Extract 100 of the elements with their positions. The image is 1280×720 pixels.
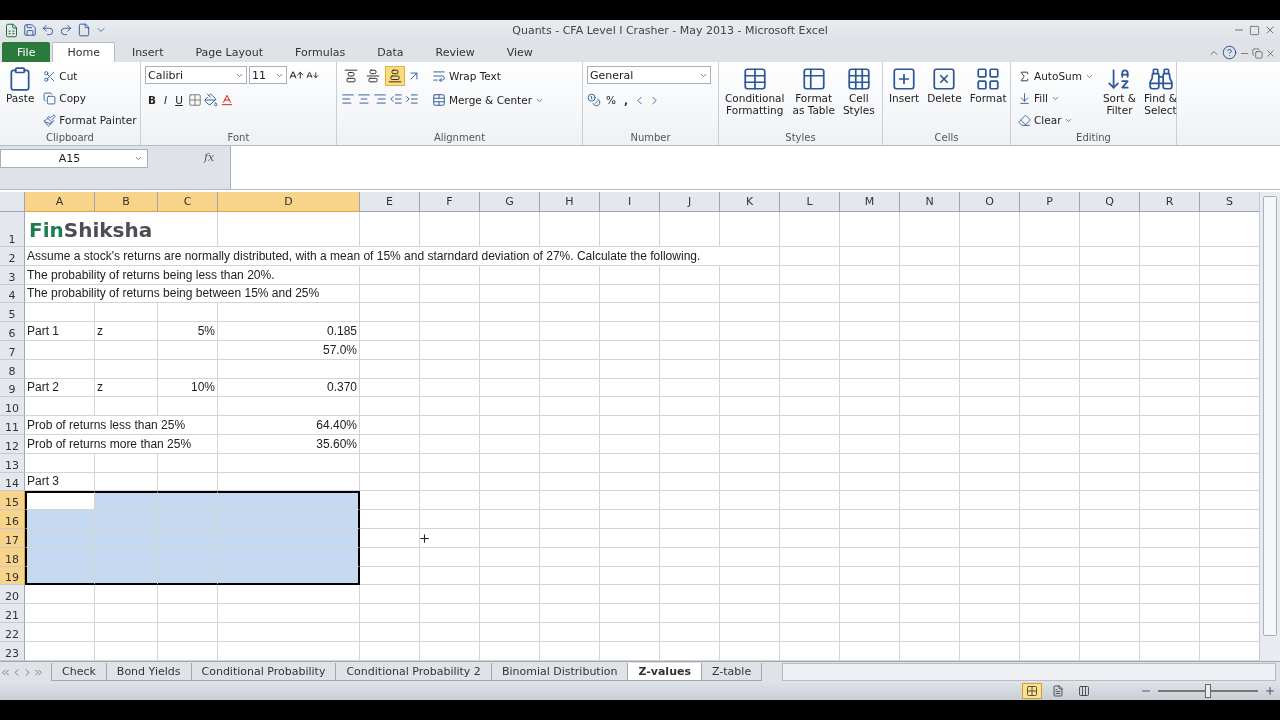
grid-cell[interactable] bbox=[360, 622, 420, 642]
grid-cell[interactable] bbox=[600, 585, 660, 605]
column-header[interactable]: M bbox=[840, 192, 900, 212]
column-header[interactable]: B bbox=[95, 192, 158, 212]
grid-cell[interactable] bbox=[1020, 265, 1080, 285]
grid-cell[interactable] bbox=[1080, 397, 1140, 417]
ribbon-tab[interactable]: Insert bbox=[116, 42, 179, 62]
grid-cell[interactable]: 5% bbox=[158, 322, 218, 341]
grid-cell[interactable] bbox=[1080, 641, 1140, 661]
grid-cell[interactable] bbox=[1140, 585, 1200, 605]
grid-cell[interactable] bbox=[660, 604, 720, 623]
grid-cell[interactable] bbox=[840, 510, 900, 529]
grid-cell[interactable] bbox=[95, 641, 158, 661]
grid-cell[interactable] bbox=[960, 322, 1020, 341]
grid-cell[interactable] bbox=[218, 303, 360, 323]
grid-cell[interactable] bbox=[960, 566, 1020, 586]
grid-cell[interactable] bbox=[360, 359, 420, 379]
grid-cell[interactable] bbox=[1140, 303, 1200, 323]
grid-cell[interactable] bbox=[1140, 641, 1200, 661]
grid-cell[interactable] bbox=[900, 284, 960, 304]
grid-cell[interactable] bbox=[720, 303, 780, 323]
grid-cell[interactable] bbox=[720, 359, 780, 379]
grid-cell[interactable] bbox=[900, 622, 960, 642]
grid-cell[interactable] bbox=[780, 585, 840, 605]
grid-cell[interactable] bbox=[1080, 510, 1140, 529]
grid-cell[interactable] bbox=[660, 322, 720, 341]
grid-cell[interactable] bbox=[660, 341, 720, 360]
grid-cell[interactable] bbox=[960, 265, 1020, 285]
grid-cell[interactable] bbox=[900, 341, 960, 360]
grid-cell[interactable] bbox=[600, 359, 660, 379]
grid-cell[interactable] bbox=[540, 622, 600, 642]
style-button[interactable]: Conditional Formatting bbox=[723, 66, 787, 116]
number-format-field[interactable]: General bbox=[587, 66, 711, 84]
grid-cell[interactable] bbox=[900, 322, 960, 341]
grid-cell[interactable] bbox=[218, 585, 360, 605]
grid-cell[interactable] bbox=[360, 212, 420, 247]
grid-cell[interactable] bbox=[840, 547, 900, 567]
grid-cell[interactable] bbox=[540, 341, 600, 360]
grid-cell[interactable] bbox=[540, 547, 600, 567]
grid-cell[interactable] bbox=[900, 491, 960, 511]
grid-cell[interactable] bbox=[960, 303, 1020, 323]
grid-cell[interactable] bbox=[420, 397, 480, 417]
grid-cell[interactable] bbox=[420, 641, 480, 661]
grid-cell[interactable] bbox=[480, 359, 540, 379]
grid-cell[interactable] bbox=[900, 604, 960, 623]
grid-cell[interactable] bbox=[660, 303, 720, 323]
grid-cell[interactable] bbox=[218, 397, 360, 417]
grid-cell[interactable] bbox=[660, 416, 720, 435]
grid-cell[interactable] bbox=[960, 547, 1020, 567]
grid-cell[interactable] bbox=[25, 397, 95, 417]
grid-cell[interactable] bbox=[1020, 397, 1080, 417]
grid-cell[interactable] bbox=[840, 453, 900, 473]
column-header[interactable]: H bbox=[540, 192, 600, 212]
grid-cell[interactable] bbox=[900, 528, 960, 548]
grid-cell[interactable] bbox=[1080, 547, 1140, 567]
grid-cell[interactable] bbox=[900, 566, 960, 586]
grid-cell[interactable] bbox=[960, 491, 1020, 511]
grid-cell[interactable] bbox=[960, 604, 1020, 623]
selected-cell[interactable] bbox=[158, 491, 218, 511]
ribbon-tab[interactable]: Review bbox=[420, 42, 490, 62]
grid-cell[interactable] bbox=[780, 547, 840, 567]
grid-cell[interactable] bbox=[960, 622, 1020, 642]
grid-cell[interactable] bbox=[540, 397, 600, 417]
grid-cell[interactable] bbox=[540, 378, 600, 398]
grid-cell[interactable] bbox=[25, 453, 95, 473]
grid-cell[interactable] bbox=[218, 453, 360, 473]
copy-button[interactable]: Copy bbox=[40, 88, 140, 108]
grid-cell[interactable] bbox=[1080, 453, 1140, 473]
grid-cell[interactable] bbox=[600, 604, 660, 623]
grid-cell[interactable] bbox=[960, 416, 1020, 435]
grid-cell[interactable] bbox=[158, 604, 218, 623]
grid-cell[interactable] bbox=[360, 547, 420, 567]
grid-cell[interactable] bbox=[720, 378, 780, 398]
grid-cell[interactable] bbox=[540, 585, 600, 605]
grid-cell[interactable] bbox=[1140, 528, 1200, 548]
grid-cell[interactable] bbox=[1020, 303, 1080, 323]
grid-cell[interactable] bbox=[600, 434, 660, 454]
grid-cell[interactable] bbox=[540, 416, 600, 435]
grid-cell[interactable] bbox=[480, 284, 540, 304]
grid-cell[interactable] bbox=[480, 472, 540, 492]
grid-cell[interactable] bbox=[840, 322, 900, 341]
grid-cell[interactable] bbox=[840, 303, 900, 323]
grid-cell[interactable] bbox=[95, 359, 158, 379]
grid-cell[interactable] bbox=[25, 303, 95, 323]
selected-cell[interactable] bbox=[218, 491, 360, 511]
grid-cell[interactable] bbox=[158, 397, 218, 417]
grid-cell[interactable] bbox=[840, 585, 900, 605]
grid-cell[interactable] bbox=[158, 622, 218, 642]
grid-cell[interactable] bbox=[1140, 622, 1200, 642]
cells-button[interactable]: Insert bbox=[887, 66, 922, 104]
grid-cell[interactable] bbox=[420, 303, 480, 323]
grid-cell[interactable] bbox=[960, 359, 1020, 379]
grid-cell[interactable] bbox=[660, 397, 720, 417]
grid-cell[interactable] bbox=[218, 641, 360, 661]
grid-cell[interactable] bbox=[720, 510, 780, 529]
autosum-button[interactable]: AutoSum bbox=[1015, 66, 1097, 86]
grid-cell[interactable]: Prob of returns more than 25% bbox=[25, 434, 218, 454]
wrap-text-button[interactable]: Wrap Text bbox=[429, 66, 547, 86]
grid-cell[interactable] bbox=[218, 604, 360, 623]
ribbon-tab[interactable]: Home bbox=[52, 42, 115, 62]
